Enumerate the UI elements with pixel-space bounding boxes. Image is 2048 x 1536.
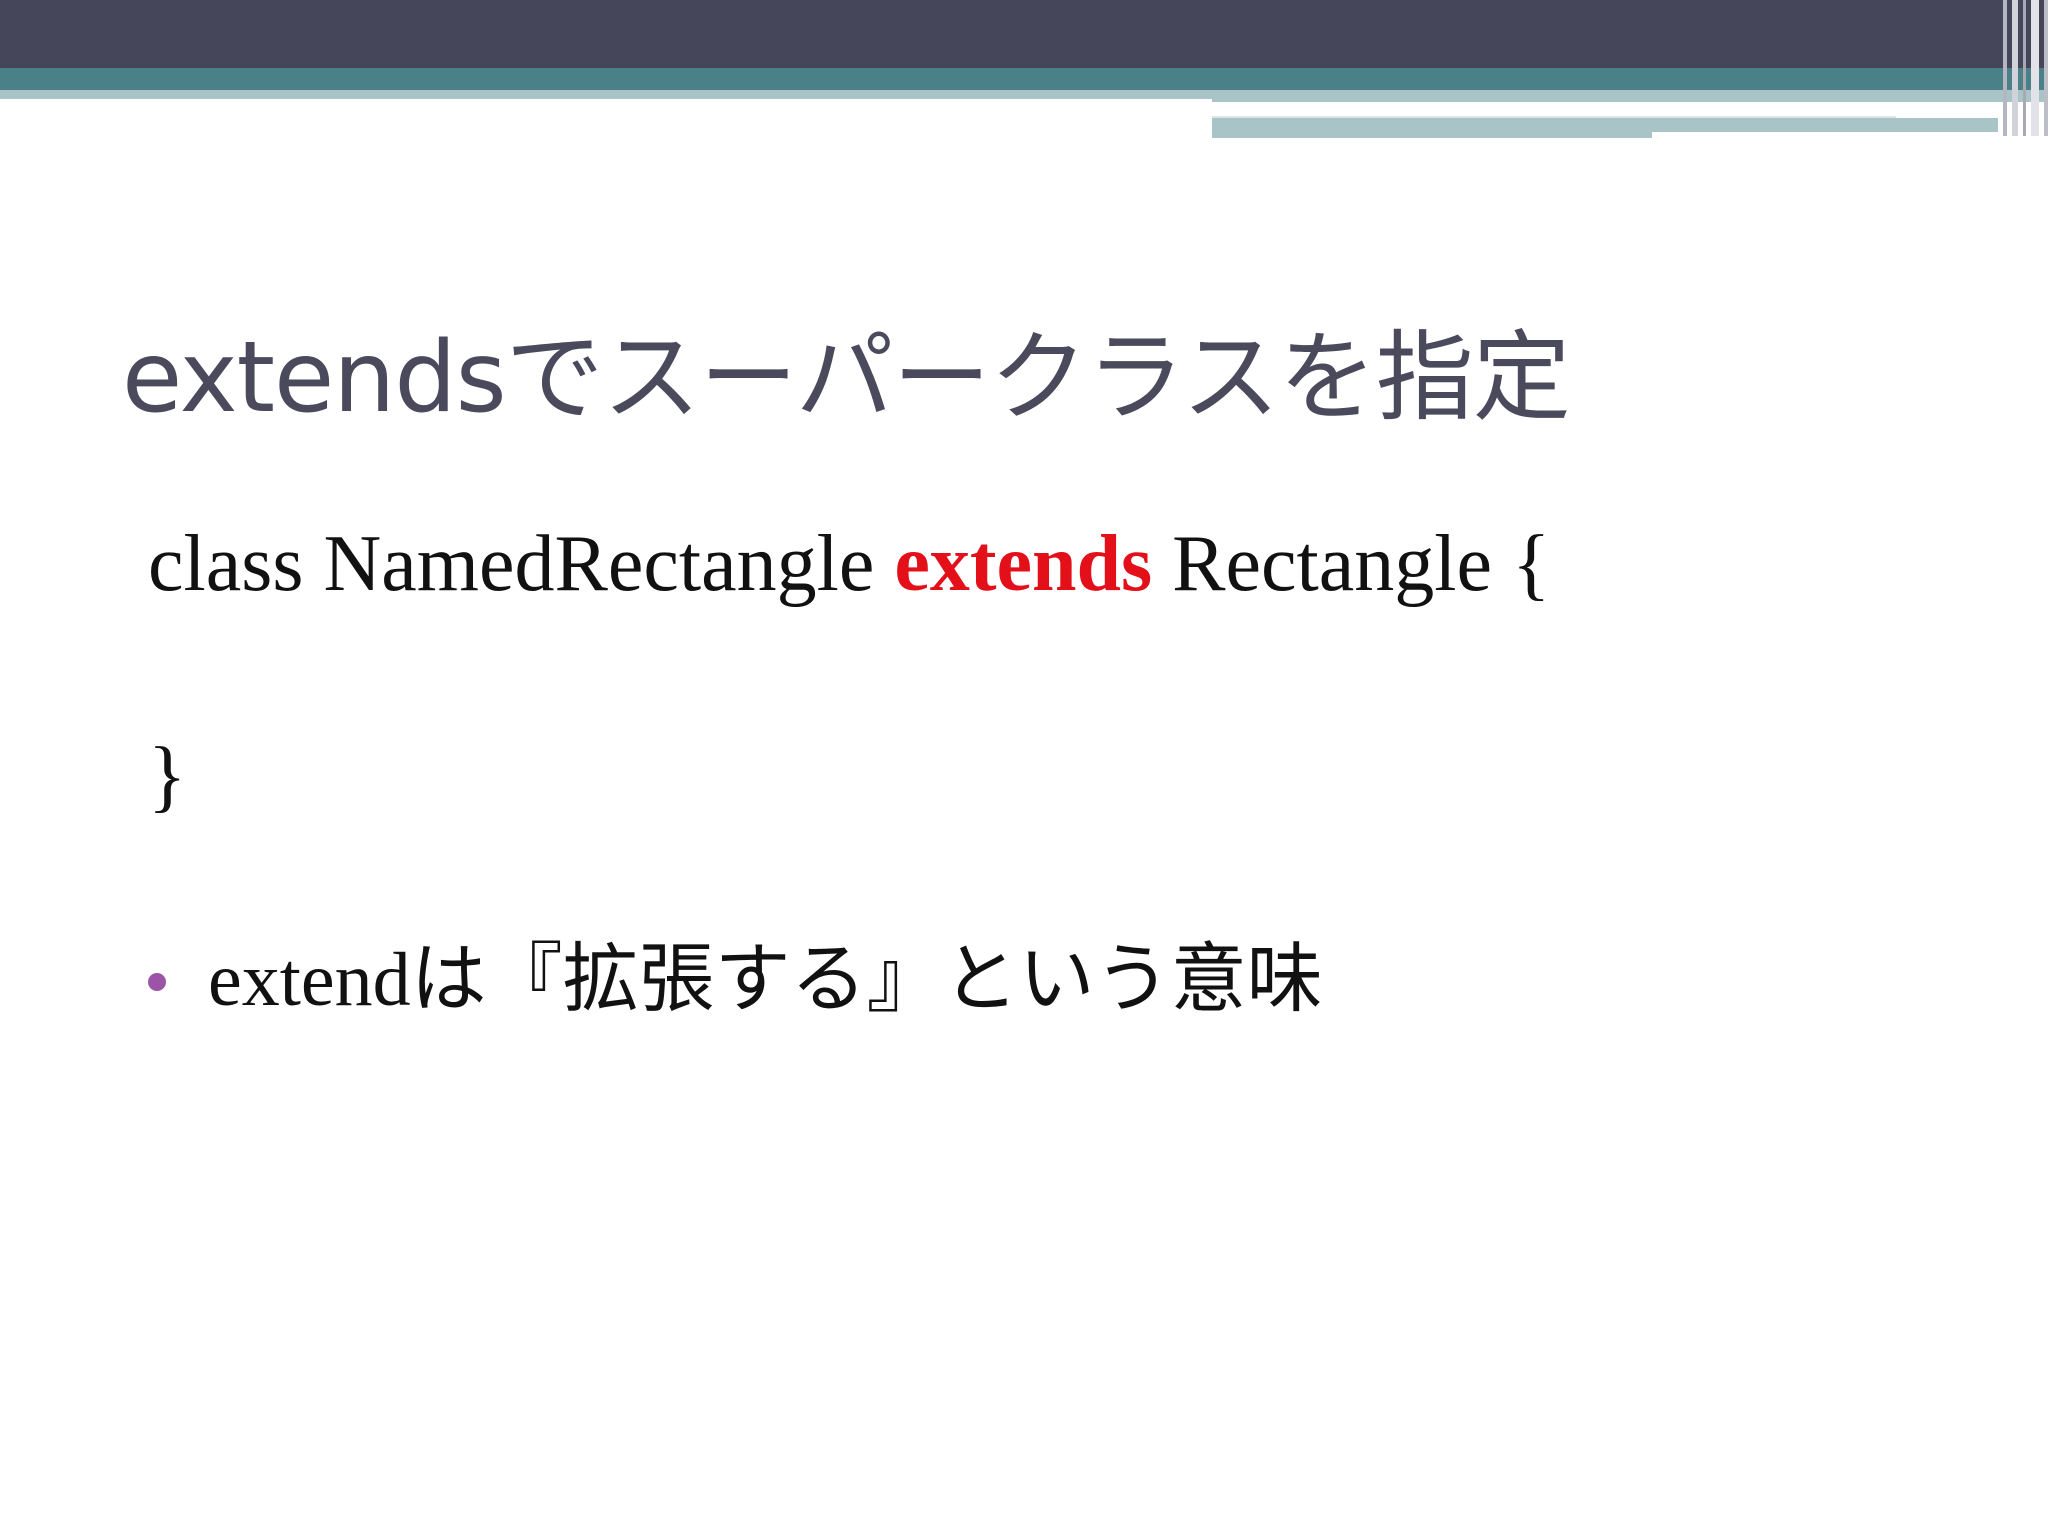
header-band-dark	[0, 0, 2048, 68]
slide-title: extendsでスーパークラスを指定	[122, 321, 1571, 435]
bullet-icon	[148, 973, 166, 991]
header-band-teal	[0, 68, 2048, 90]
code-line-class-declaration: class NamedRectangle extends Rectangle {	[148, 516, 1550, 612]
code-text: class NamedRectangle	[148, 520, 895, 608]
slide: extendsでスーパークラスを指定 class NamedRectangle …	[0, 0, 2048, 1536]
header-stripes	[1988, 0, 2048, 136]
code-line-closing-brace: }	[148, 732, 187, 820]
header-band-lower	[1212, 118, 1652, 138]
bullet-item: extendは『拡張する』という意味	[148, 932, 1323, 1028]
bullet-text: extendは『拡張する』という意味	[208, 938, 1323, 1022]
header-band-light-right	[1212, 90, 2048, 102]
header-band-lower-right	[1652, 118, 1998, 132]
code-text: Rectangle {	[1152, 520, 1551, 608]
extends-keyword: extends	[894, 520, 1153, 608]
stripe	[2023, 0, 2026, 136]
header-band-light	[0, 90, 1212, 99]
stripe	[2003, 0, 2007, 136]
stripe	[2031, 0, 2039, 136]
stripe	[2044, 0, 2048, 136]
stripe	[2012, 0, 2018, 136]
